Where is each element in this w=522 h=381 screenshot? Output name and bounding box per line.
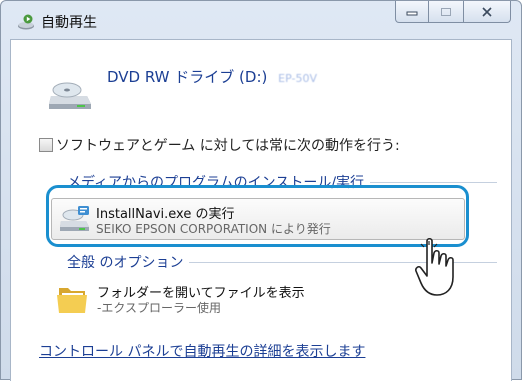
maximize-button[interactable]: [429, 1, 463, 23]
open-folder-subtitle: -エクスプローラー使用: [97, 301, 221, 315]
general-section-title: 全般 のオプション: [67, 255, 184, 271]
always-do-checkbox[interactable]: [39, 138, 53, 152]
drive-info: DVD RW ドライブ (D:) EP-50V: [47, 60, 467, 120]
minimize-button[interactable]: [395, 1, 429, 23]
always-do-checkbox-row[interactable]: ソフトウェアとゲーム に対しては常に次の動作を行う:: [39, 135, 400, 155]
drive-model: EP-50V: [278, 72, 317, 85]
close-button[interactable]: [463, 1, 511, 23]
autoplay-icon: [18, 14, 34, 30]
minimize-icon: [406, 11, 418, 15]
hand-pointer-icon: [415, 237, 454, 296]
always-do-label: ソフトウェアとゲーム に対しては常に次の動作を行う:: [56, 138, 400, 154]
dvd-drive-icon: [49, 82, 91, 109]
close-icon: [482, 6, 492, 17]
control-panel-autoplay-link[interactable]: コントロール パネルで自動再生の詳細を表示します: [39, 341, 365, 361]
drive-name: DVD RW ドライブ (D:) EP-50V: [107, 66, 317, 87]
highlight-ring: [46, 185, 469, 247]
window-title: 自動再生: [41, 15, 97, 31]
autoplay-window: 自動再生 DVD RW ドライブ (D:) EP-50V ソフトウェアとゲーム …: [0, 0, 522, 381]
section-divider: [370, 181, 497, 183]
folder-icon: [57, 288, 87, 313]
drive-label: DVD RW ドライブ (D:): [107, 68, 268, 86]
title-bar[interactable]: 自動再生: [1, 1, 521, 39]
caption-buttons: [395, 1, 511, 23]
open-folder-option[interactable]: フォルダーを開いてファイルを表示 -エクスプローラー使用: [55, 278, 375, 322]
maximize-icon: [441, 7, 451, 16]
